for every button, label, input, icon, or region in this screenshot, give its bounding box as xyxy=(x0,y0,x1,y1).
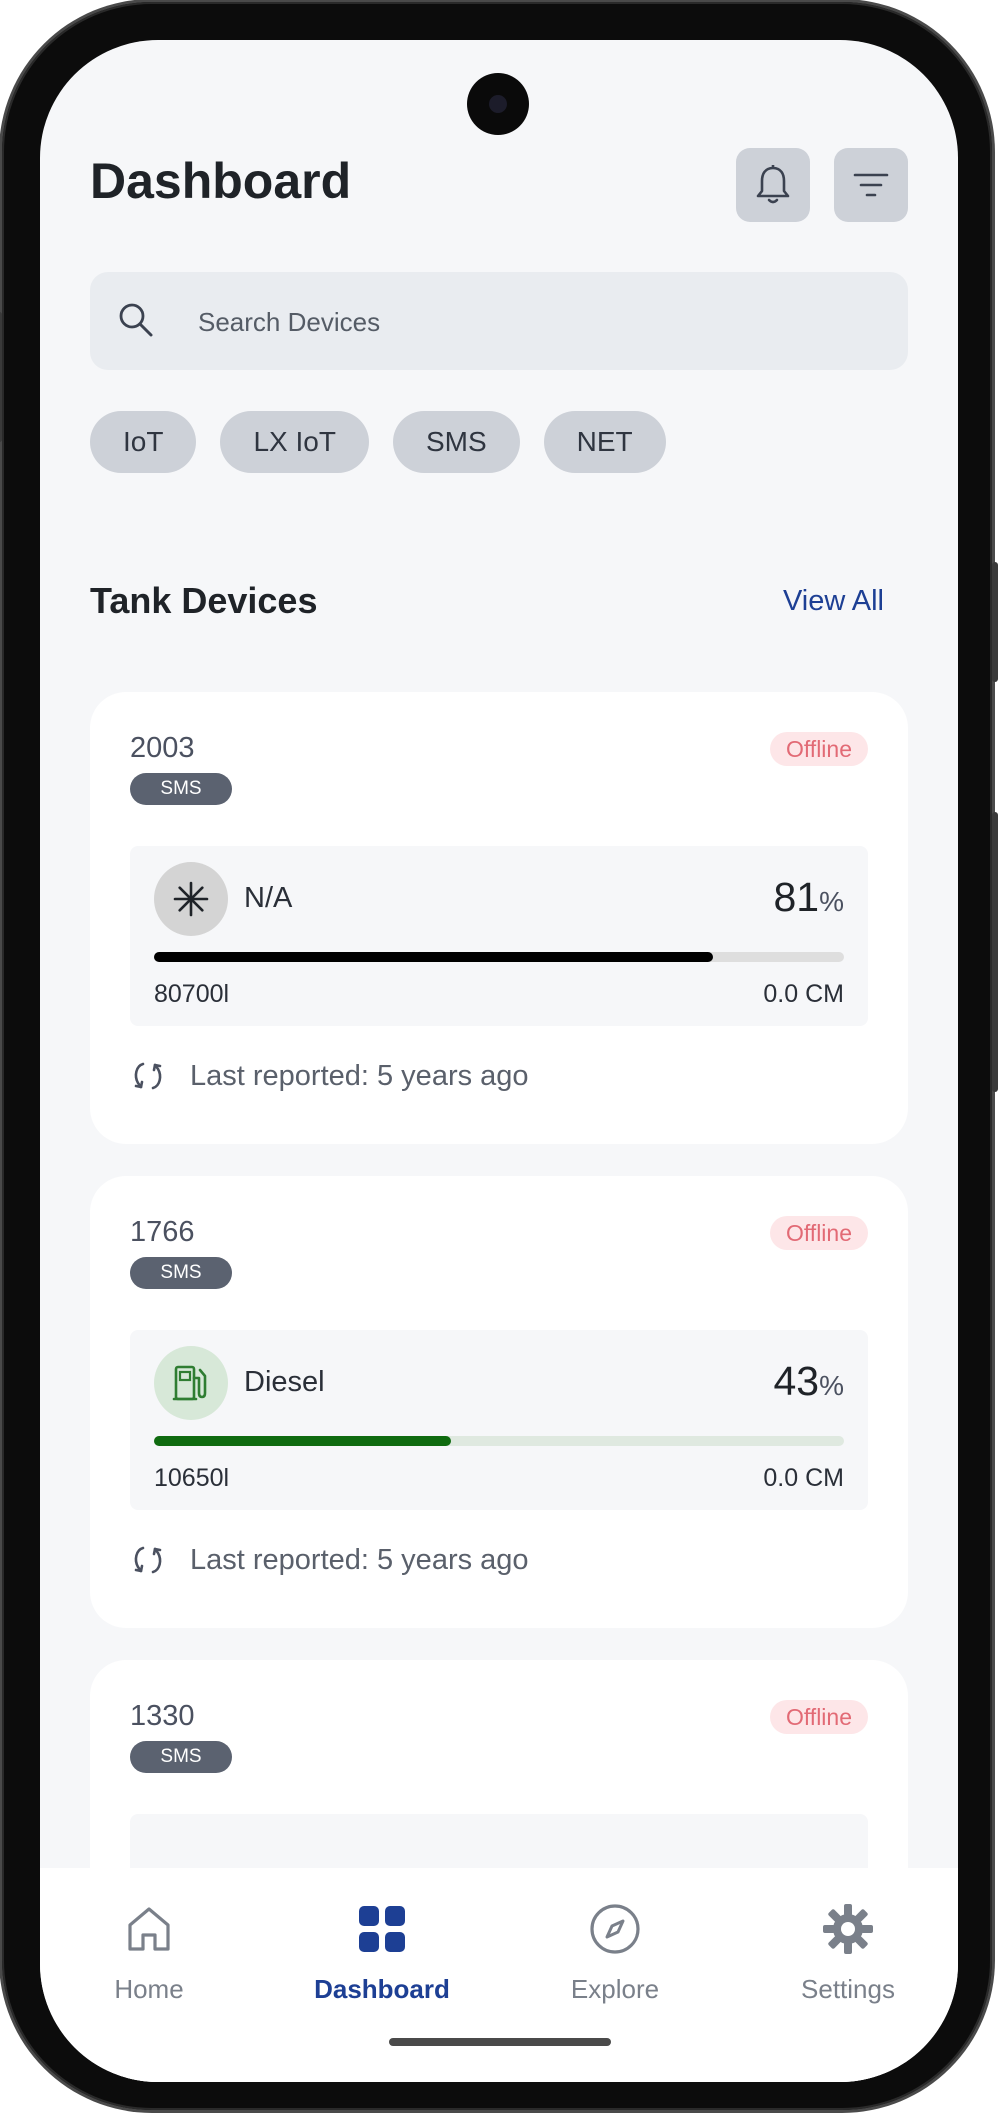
fill-level-bar xyxy=(154,952,844,962)
status-badge: Offline xyxy=(769,1216,868,1250)
compass-icon xyxy=(590,1904,640,1954)
gear-icon xyxy=(823,1904,873,1954)
tank-level-reading: 0.0 CM xyxy=(763,980,844,1008)
sync-icon xyxy=(134,1062,162,1090)
app-screen: Dashboard IoT LX IoT SM xyxy=(40,40,958,2082)
phone-frame: Dashboard IoT LX IoT SM xyxy=(0,2,998,2110)
last-reported-row: Last reported: 5 years ago xyxy=(130,1058,529,1094)
last-reported-text: Last reported: 5 years ago xyxy=(190,1059,529,1092)
chip-sms[interactable]: SMS xyxy=(392,411,520,473)
device-id: 1330 xyxy=(130,1700,195,1732)
page-title: Dashboard xyxy=(90,153,352,209)
device-id: 2003 xyxy=(130,732,195,764)
fill-level-bar-fill xyxy=(154,1436,451,1446)
device-type-badge: SMS xyxy=(130,1257,232,1289)
fuel-type-badge xyxy=(154,862,228,936)
device-type-badge: SMS xyxy=(130,1741,232,1773)
fuel-name: Diesel xyxy=(244,1366,325,1398)
fill-level-bar xyxy=(154,1436,844,1446)
device-card[interactable]: 2003 SMS Offline N/A 81% 80700l 0.0 CM L… xyxy=(90,692,908,1144)
notifications-button[interactable] xyxy=(736,148,810,222)
nav-label: Home xyxy=(114,1974,184,2004)
dashboard-grid-icon xyxy=(359,1906,405,1952)
asterisk-icon xyxy=(173,881,209,917)
fuel-type-badge xyxy=(154,1346,228,1420)
chip-net[interactable]: NET xyxy=(543,411,666,473)
filter-icon xyxy=(853,173,889,197)
search-input[interactable] xyxy=(196,296,880,348)
bell-icon xyxy=(756,165,790,204)
volume-button xyxy=(0,312,2,442)
tank-capacity: 80700l xyxy=(154,980,230,1008)
last-reported-text: Last reported: 5 years ago xyxy=(190,1543,529,1576)
device-id: 1766 xyxy=(130,1216,195,1248)
chip-lx-iot[interactable]: LX IoT xyxy=(220,411,369,473)
device-type-badge: SMS xyxy=(130,773,232,805)
home-indicator xyxy=(389,2038,611,2046)
status-badge: Offline xyxy=(769,732,868,766)
fill-level-bar-fill xyxy=(154,952,713,962)
nav-label: Explore xyxy=(570,1974,660,2004)
nav-explore[interactable]: Explore xyxy=(525,1894,705,2005)
search-bar[interactable] xyxy=(90,272,908,370)
filter-chips: IoT LX IoT SMS NET xyxy=(90,411,666,473)
nav-settings[interactable]: Settings xyxy=(758,1894,938,2005)
status-badge: Offline xyxy=(769,1700,868,1734)
front-camera xyxy=(467,73,529,135)
fill-percentage: 81% xyxy=(773,874,844,920)
last-reported-row: Last reported: 5 years ago xyxy=(130,1542,529,1578)
fuel-pump-icon xyxy=(172,1365,207,1401)
device-card[interactable]: 1766 SMS Offline Diesel 43% 10650l 0.0 C… xyxy=(90,1176,908,1628)
tank-level-reading: 0.0 CM xyxy=(763,1464,844,1492)
nav-home[interactable]: Home xyxy=(59,1894,239,2005)
home-icon xyxy=(128,1907,170,1951)
nav-dashboard[interactable]: Dashboard xyxy=(292,1894,472,2005)
fuel-name: N/A xyxy=(244,882,293,914)
sync-icon xyxy=(134,1546,162,1574)
tank-level-panel: Diesel 43% 10650l 0.0 CM xyxy=(130,1330,868,1510)
section-title: Tank Devices xyxy=(90,580,318,621)
filter-button[interactable] xyxy=(834,148,908,222)
fill-percentage: 43% xyxy=(773,1358,844,1404)
tank-level-panel: N/A 81% 80700l 0.0 CM xyxy=(130,846,868,1026)
nav-label: Dashboard xyxy=(314,1974,450,2004)
tank-capacity: 10650l xyxy=(154,1464,230,1492)
search-icon xyxy=(119,303,153,337)
power-button xyxy=(992,562,998,682)
bottom-navigation: Home Dashboard Explore Settings xyxy=(40,1868,958,2082)
volume-rocker xyxy=(992,812,998,1092)
nav-label: Settings xyxy=(801,1974,895,2004)
view-all-link[interactable]: View All xyxy=(783,585,884,618)
chip-iot[interactable]: IoT xyxy=(90,411,197,473)
